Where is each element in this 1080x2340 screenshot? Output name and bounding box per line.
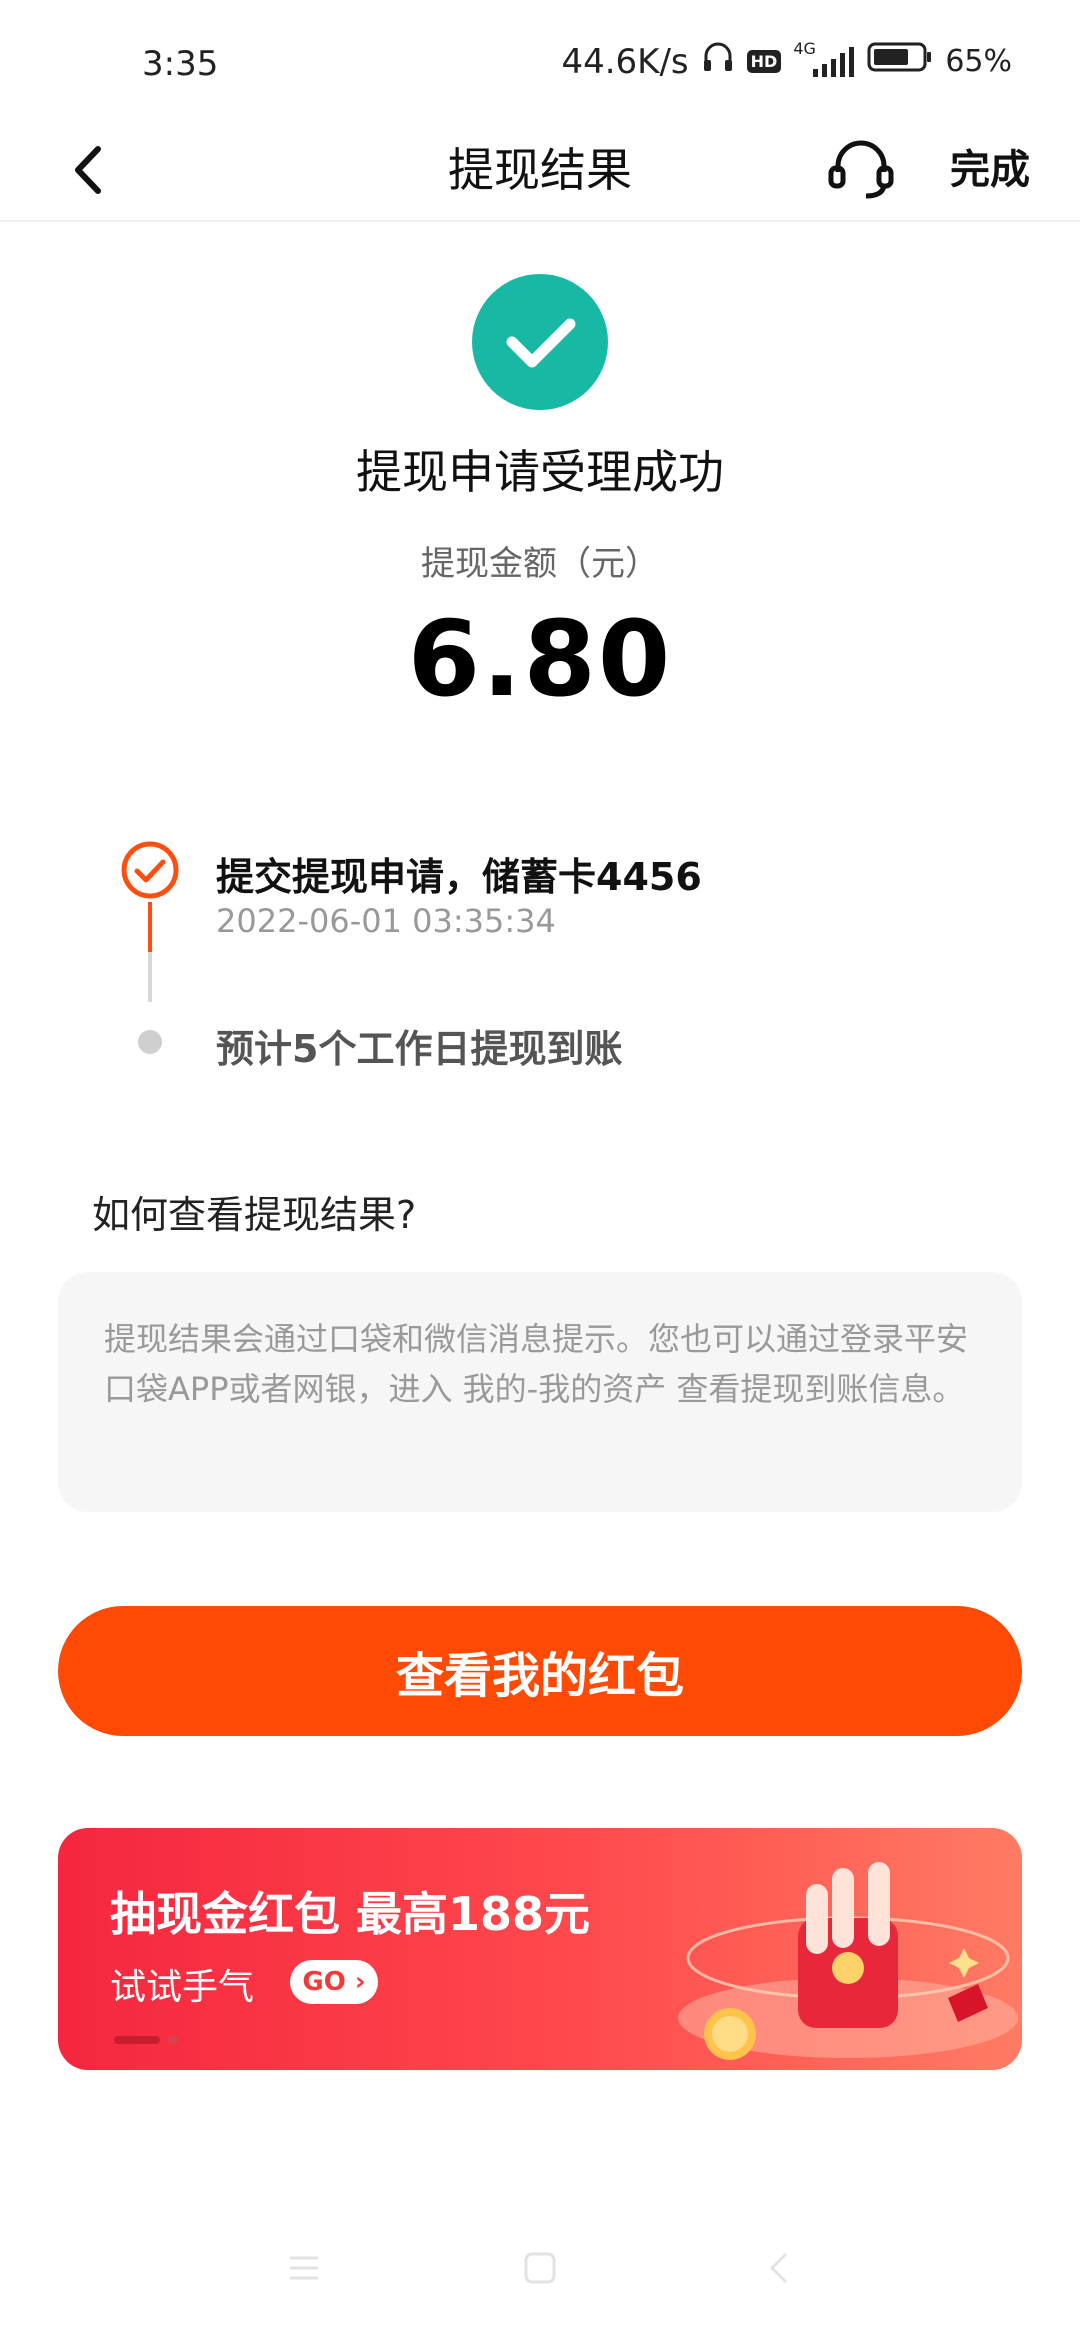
carousel-indicator xyxy=(114,2036,184,2044)
view-red-packet-button[interactable]: 查看我的红包 xyxy=(58,1606,1022,1736)
success-icon xyxy=(472,274,608,410)
page-title: 提现结果 xyxy=(448,143,632,197)
timeline-step-title: 预计5个工作日提现到账 xyxy=(216,1027,623,1071)
faq-title: 如何查看提现结果? xyxy=(92,1193,417,1237)
faq-body: 提现结果会通过口袋和微信消息提示。您也可以通过登录平安口袋APP或者网银，进入 … xyxy=(104,1320,969,1408)
status-indicators: 44.6K/s HD 4G 65% xyxy=(561,39,1012,83)
status-time: 3:35 xyxy=(142,44,219,84)
timeline-step-time: 2022-06-01 03:35:34 xyxy=(216,902,556,940)
go-button[interactable]: GO › xyxy=(290,1960,378,2004)
step-done-icon xyxy=(120,840,180,900)
timeline-connector-pending xyxy=(148,952,152,1002)
status-bar: 3:35 44.6K/s HD 4G 65% xyxy=(0,0,1080,120)
headset-icon xyxy=(828,140,894,199)
timeline-step-title: 提交提现申请，储蓄卡4456 xyxy=(216,855,702,899)
headphones-icon xyxy=(701,40,735,83)
network-speed: 44.6K/s xyxy=(561,41,689,82)
faq-info-box: 提现结果会通过口袋和微信消息提示。您也可以通过登录平安口袋APP或者网银，进入 … xyxy=(58,1272,1022,1512)
red-packet-hand-illustration xyxy=(678,1862,1018,2060)
promo-banner[interactable]: 抽现金红包 最高188元 试试手气 GO › xyxy=(58,1828,1022,2070)
network-type: 4G xyxy=(793,38,816,58)
done-button[interactable]: 完成 xyxy=(950,132,1030,208)
home-icon[interactable] xyxy=(522,2250,558,2286)
amount-label: 提现金额（元） xyxy=(421,544,659,584)
amount-value: 6.80 xyxy=(407,598,673,720)
progress-timeline: 提交提现申请，储蓄卡4456 2022-06-01 03:35:34 预计5个工… xyxy=(0,840,1080,1080)
nav-bar: 提现结果 完成 xyxy=(0,120,1080,222)
timeline-connector-done xyxy=(148,902,152,952)
hd-badge: HD xyxy=(746,50,782,73)
system-nav-bar xyxy=(0,2230,1080,2310)
step-pending-dot xyxy=(138,1030,162,1054)
banner-subtitle: 试试手气 xyxy=(110,1967,255,2008)
banner-title: 抽现金红包 最高188元 xyxy=(110,1887,591,1941)
battery-percent: 65% xyxy=(945,44,1012,79)
menu-icon[interactable] xyxy=(286,2250,322,2286)
result-title: 提现申请受理成功 xyxy=(356,445,724,499)
signal-icon: 4G xyxy=(793,39,855,79)
back-nav-icon[interactable] xyxy=(762,2250,798,2286)
battery-icon xyxy=(867,41,933,82)
customer-service-button[interactable] xyxy=(826,134,896,204)
